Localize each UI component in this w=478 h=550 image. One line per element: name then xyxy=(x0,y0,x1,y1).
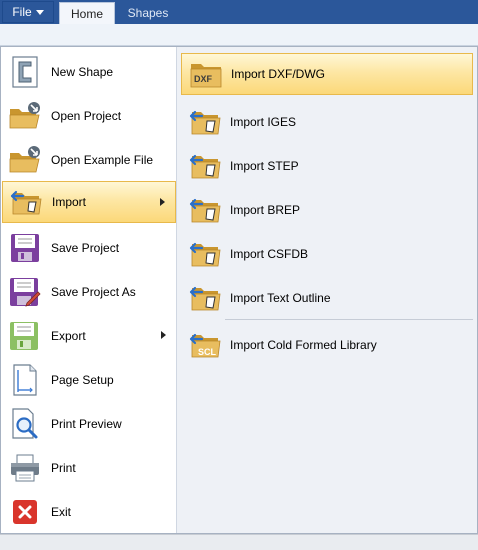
menu-item-save-project-as[interactable]: Save Project As xyxy=(2,271,176,313)
chevron-down-icon xyxy=(35,10,44,15)
page-setup-icon xyxy=(8,363,42,397)
import-folder-icon xyxy=(189,238,221,270)
export-icon xyxy=(8,319,42,353)
menu-item-label: Export xyxy=(51,329,86,343)
import-folder-icon xyxy=(189,194,221,226)
submenu-item-label: Import Text Outline xyxy=(230,291,331,305)
menu-item-label: Open Project xyxy=(51,109,122,123)
submenu-item-label: Import Cold Formed Library xyxy=(230,338,377,352)
save-disk-icon xyxy=(8,231,42,265)
submenu-item-label: Import IGES xyxy=(230,115,297,129)
menu-item-label: Save Project xyxy=(51,241,120,255)
tab-shapes-label: Shapes xyxy=(127,6,169,20)
tab-home[interactable]: Home xyxy=(59,2,115,24)
print-preview-icon xyxy=(8,407,42,441)
menu-item-new-shape[interactable]: New Shape xyxy=(2,51,176,93)
menu-item-label: Import xyxy=(52,195,87,209)
ribbon-strip xyxy=(0,24,478,46)
menu-item-label: Save Project As xyxy=(51,285,136,299)
save-as-icon xyxy=(8,275,42,309)
ribbon-bar: File Home Shapes xyxy=(0,0,478,24)
import-folder-icon xyxy=(189,150,221,182)
file-menu-button[interactable]: File xyxy=(2,1,54,23)
tab-shapes[interactable]: Shapes xyxy=(120,2,176,24)
submenu-arrow-icon xyxy=(160,198,165,206)
menu-item-label: New Shape xyxy=(51,65,114,79)
new-shape-icon xyxy=(8,55,42,89)
submenu-item-import-dxf-dwg[interactable]: DXF Import DXF/DWG xyxy=(181,53,473,95)
menu-item-export[interactable]: Export xyxy=(2,315,176,357)
menu-item-exit[interactable]: Exit xyxy=(2,491,176,533)
submenu-item-import-cold-formed-library[interactable]: SCL Import Cold Formed Library xyxy=(181,324,473,366)
open-example-icon xyxy=(8,143,42,177)
submenu-item-import-text-outline[interactable]: Import Text Outline xyxy=(181,277,473,319)
submenu-arrow-icon xyxy=(161,331,166,339)
open-folder-icon xyxy=(8,99,42,133)
menu-item-print-preview[interactable]: Print Preview xyxy=(2,403,176,445)
menu-item-label: Print Preview xyxy=(51,417,122,431)
menu-item-open-project[interactable]: Open Project xyxy=(2,95,176,137)
menu-item-print[interactable]: Print xyxy=(2,447,176,489)
status-bar xyxy=(0,534,478,550)
file-menu-label: File xyxy=(12,5,32,19)
submenu-item-import-iges[interactable]: Import IGES xyxy=(181,101,473,143)
menu-item-page-setup[interactable]: Page Setup xyxy=(2,359,176,401)
dxf-folder-icon: DXF xyxy=(190,58,222,90)
import-folder-icon xyxy=(189,106,221,138)
exit-icon xyxy=(8,495,42,529)
dxf-badge: DXF xyxy=(194,74,213,84)
submenu-item-import-step[interactable]: Import STEP xyxy=(181,145,473,187)
scl-badge: SCL xyxy=(198,347,217,357)
import-icon xyxy=(9,185,43,219)
menu-item-label: Exit xyxy=(51,505,72,519)
import-folder-icon xyxy=(189,282,221,314)
printer-icon xyxy=(8,451,42,485)
submenu-item-label: Import DXF/DWG xyxy=(231,67,326,81)
menu-item-import[interactable]: Import xyxy=(2,181,176,223)
menu-item-label: Open Example File xyxy=(51,153,154,167)
menu-item-label: Print xyxy=(51,461,76,475)
submenu-item-label: Import STEP xyxy=(230,159,299,173)
file-menu-commands: New Shape Open Project Open Example File… xyxy=(1,47,177,533)
file-backstage-menu: New Shape Open Project Open Example File… xyxy=(0,46,478,534)
scl-folder-icon: SCL xyxy=(189,329,221,361)
menu-item-label: Page Setup xyxy=(51,373,114,387)
import-submenu: DXF Import DXF/DWG Import IGES Import ST… xyxy=(177,47,477,533)
submenu-item-import-brep[interactable]: Import BREP xyxy=(181,189,473,231)
submenu-item-label: Import CSFDB xyxy=(230,247,309,261)
submenu-separator xyxy=(225,319,473,320)
submenu-item-import-csfdb[interactable]: Import CSFDB xyxy=(181,233,473,275)
tab-home-label: Home xyxy=(70,6,103,21)
menu-item-save-project[interactable]: Save Project xyxy=(2,227,176,269)
menu-item-open-example-file[interactable]: Open Example File xyxy=(2,139,176,181)
submenu-item-label: Import BREP xyxy=(230,203,301,217)
